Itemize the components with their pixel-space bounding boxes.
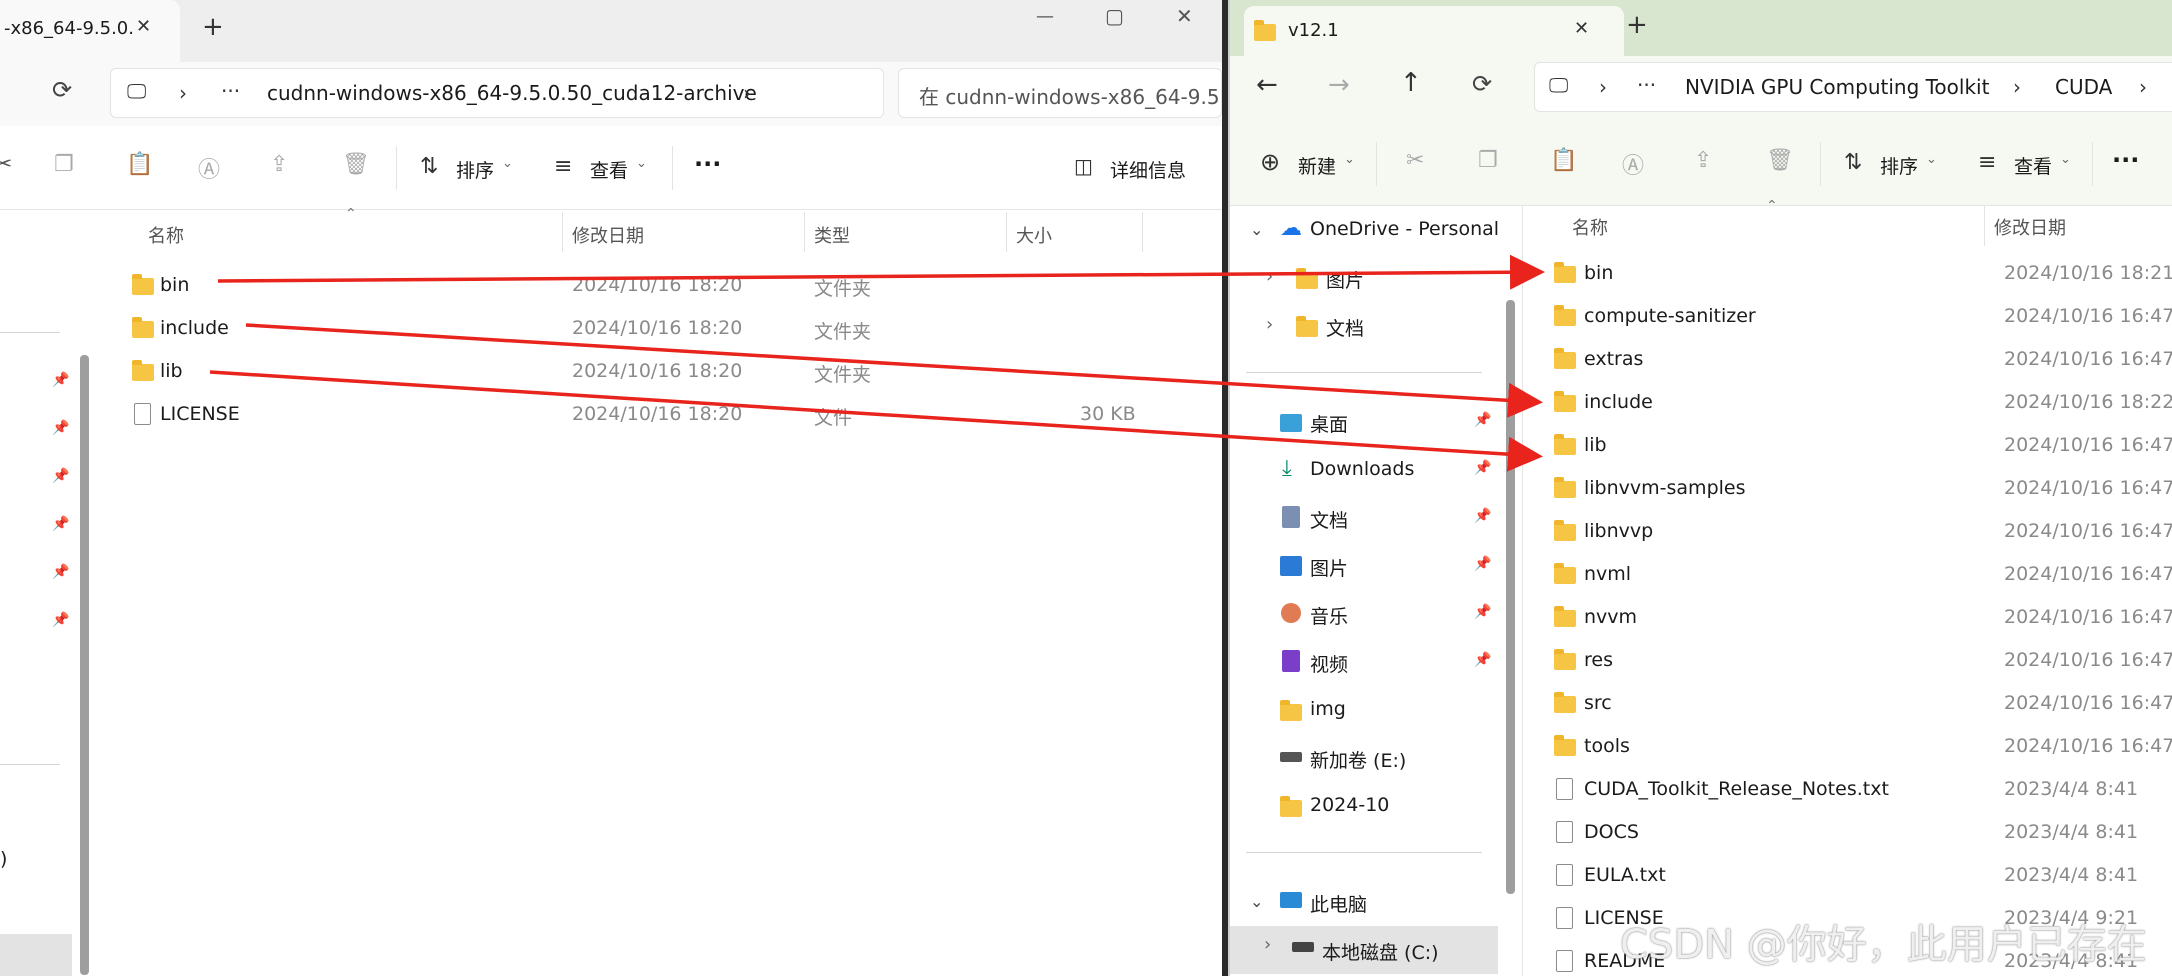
arrow-include [245,323,1543,418]
arrow-lib [209,370,1543,472]
csdn-watermark: CSDN @你好，此用户已存在 [1620,922,2147,968]
red-arrow-overlay [209,254,1545,472]
arrow-bin [217,254,1545,290]
